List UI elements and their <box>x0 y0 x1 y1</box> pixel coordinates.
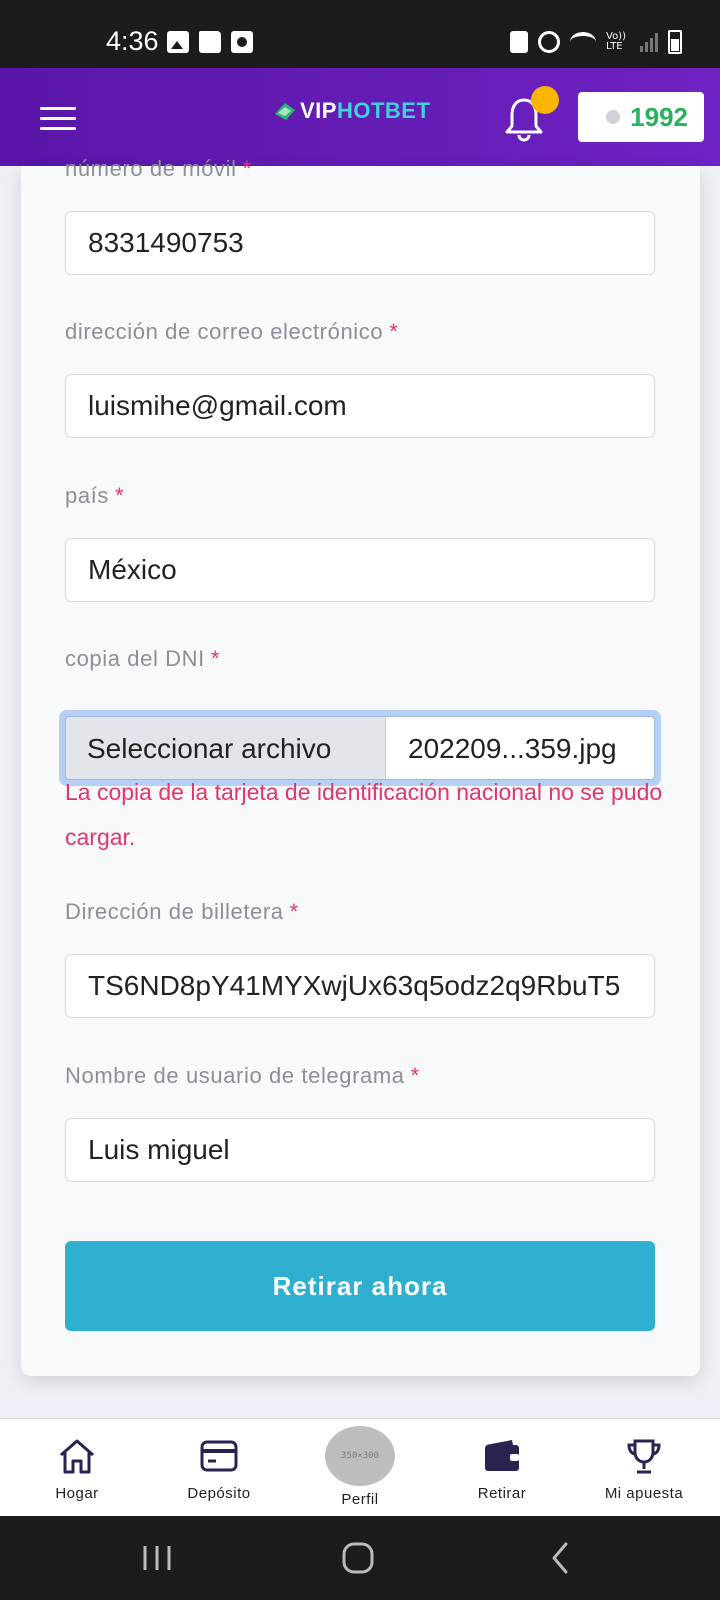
avatar: 350×300 <box>325 1426 395 1486</box>
hamburger-menu-icon[interactable] <box>40 105 76 131</box>
signal-icon <box>640 32 658 52</box>
logo[interactable]: VIPHOTBET <box>274 98 430 124</box>
dni-label: copia del DNI * <box>65 646 220 672</box>
mobile-number-input[interactable]: 8331490753 <box>65 211 655 275</box>
system-nav-bar <box>0 1516 720 1600</box>
dni-error-message: La copia de la tarjeta de identificación… <box>65 779 663 850</box>
balance-value: 1992 <box>630 102 688 132</box>
trophy-icon <box>627 1439 661 1474</box>
required-marker: * <box>242 156 252 181</box>
back-icon[interactable] <box>510 1516 610 1600</box>
telegram-username-input[interactable]: Luis miguel <box>65 1118 655 1182</box>
volte-icon: Vo)) LTE <box>606 31 626 52</box>
required-marker: * <box>410 1063 420 1088</box>
withdraw-form-card: número de móvil * 8331490753 dirección de… <box>21 156 700 1376</box>
status-icons-left <box>167 31 253 53</box>
battery-saver-icon <box>510 31 528 53</box>
image-icon <box>167 31 189 53</box>
check-icon <box>606 110 620 124</box>
recent-apps-icon[interactable] <box>107 1516 207 1600</box>
bottom-nav: Hogar Depósito 350×300 Perfil Retirar Mi… <box>0 1418 720 1517</box>
balance-box[interactable]: 1992 <box>578 92 704 142</box>
logo-vip: VIP <box>300 98 337 123</box>
required-marker: * <box>389 319 399 344</box>
dni-label-text: copia del DNI <box>65 646 205 671</box>
wallet-icon <box>485 1440 519 1471</box>
home-button-icon[interactable] <box>308 1516 408 1600</box>
nav-label-my-bet: Mi apuesta <box>604 1485 684 1502</box>
nav-label-deposit: Depósito <box>187 1485 251 1502</box>
nav-item-home[interactable]: Hogar <box>17 1419 137 1517</box>
country-label: país * <box>65 483 124 509</box>
wallet-address-label: Dirección de billetera * <box>65 899 299 925</box>
mobile-number-label-text: número de móvil <box>65 156 237 181</box>
status-time: 4:36 <box>106 26 159 56</box>
home-icon <box>60 1439 94 1474</box>
card-icon <box>200 1440 238 1472</box>
country-input[interactable]: México <box>65 538 655 602</box>
email-label: dirección de correo electrónico * <box>65 319 398 345</box>
status-icons-right: Vo)) LTE <box>510 30 682 54</box>
telegram-username-label: Nombre de usuario de telegrama * <box>65 1063 420 1089</box>
country-label-text: país <box>65 483 109 508</box>
app-header: VIPHOTBET 1992 <box>0 68 720 166</box>
mobile-number-label: número de móvil * <box>65 156 252 182</box>
wifi-icon <box>570 32 596 52</box>
nav-label-home: Hogar <box>55 1485 99 1502</box>
battery-icon <box>668 30 682 54</box>
nav-item-profile[interactable]: 350×300 Perfil <box>300 1419 420 1517</box>
camera-icon <box>231 31 253 53</box>
nav-item-withdraw[interactable]: Retirar <box>442 1419 562 1517</box>
notification-badge <box>531 86 559 114</box>
telegram-username-label-text: Nombre de usuario de telegrama <box>65 1063 405 1088</box>
logo-text: VIPHOTBET <box>300 98 430 124</box>
email-input[interactable]: luismihe@gmail.com <box>65 374 655 438</box>
required-marker: * <box>289 899 299 924</box>
logo-hotbet: HOTBET <box>336 98 431 123</box>
nav-item-my-bet[interactable]: Mi apuesta <box>584 1419 704 1517</box>
nav-item-deposit[interactable]: Depósito <box>159 1419 279 1517</box>
folder-icon <box>199 31 221 53</box>
nav-label-profile: Perfil <box>341 1491 379 1508</box>
wallet-address-input[interactable]: TS6ND8pY41MYXwjUx63q5odz2q9RbuT5 <box>65 954 655 1018</box>
alarm-icon <box>538 31 560 53</box>
required-marker: * <box>210 646 221 671</box>
withdraw-now-button[interactable]: Retirar ahora <box>65 1241 655 1331</box>
email-label-text: dirección de correo electrónico <box>65 319 384 344</box>
required-marker: * <box>114 483 125 508</box>
nav-label-withdraw: Retirar <box>477 1485 527 1502</box>
logo-mark-icon <box>275 103 295 120</box>
status-bar: 4:36 Vo)) LTE <box>0 0 720 68</box>
wallet-address-label-text: Dirección de billetera <box>65 899 284 924</box>
